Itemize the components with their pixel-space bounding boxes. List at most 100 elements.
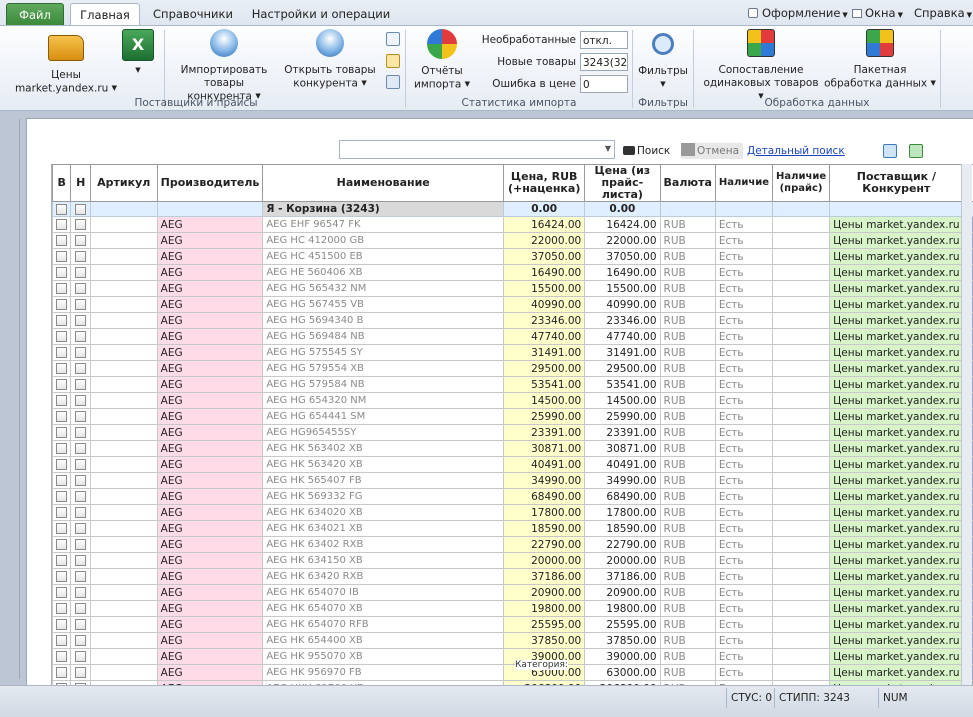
cell-name[interactable]: AEG HK 634020 XB (262, 504, 505, 521)
cell-price-list[interactable]: 14500.00 (584, 392, 661, 409)
cell-article[interactable] (89, 232, 158, 249)
cell-availability-list[interactable] (771, 632, 831, 649)
checkbox[interactable] (75, 379, 87, 390)
checkbox-b[interactable] (52, 600, 72, 617)
cell-article[interactable] (89, 664, 158, 681)
cell-manufacturer[interactable]: AEG (156, 568, 264, 585)
cell-availability[interactable]: Есть (714, 584, 774, 601)
checkbox[interactable] (56, 523, 68, 534)
checkbox[interactable] (56, 283, 68, 294)
checkbox-n[interactable] (70, 520, 91, 537)
checkbox[interactable] (56, 235, 68, 246)
checkbox[interactable] (56, 203, 68, 215)
cell-availability-list[interactable] (771, 312, 831, 329)
checkbox-n[interactable] (70, 648, 91, 665)
cell-article[interactable] (89, 344, 158, 361)
cell-name[interactable]: AEG EHF 96547 FK (262, 216, 505, 233)
table-row[interactable]: AEG AEG HK 563420 XB 40491.00 40491.00 RUB Ес… (52, 456, 973, 473)
checkbox[interactable] (56, 219, 68, 230)
cell-availability[interactable]: Есть (714, 440, 774, 457)
cell-price-list[interactable]: 37850.00 (584, 632, 661, 649)
cell-article[interactable] (89, 632, 158, 649)
cell-price[interactable]: 16424.00 (503, 216, 586, 233)
open-competitor-button[interactable]: Открыть товары конкурента ▼ (280, 29, 380, 91)
col-header-price-list[interactable]: Цена (из прайс-листа) (584, 164, 661, 202)
checkbox-b[interactable] (52, 296, 72, 313)
checkbox-n[interactable] (70, 504, 91, 521)
checkbox[interactable] (75, 251, 87, 262)
cell-currency[interactable]: RUB (659, 504, 716, 521)
cell-currency[interactable]: RUB (659, 344, 716, 361)
windows-menu[interactable]: Окна ▼ (852, 4, 903, 22)
cell-name[interactable]: AEG HK 654400 XB (262, 632, 505, 649)
cell-price[interactable]: 17800.00 (503, 504, 586, 521)
cell-availability-list[interactable] (771, 408, 831, 425)
checkbox[interactable] (56, 587, 68, 598)
cell-article[interactable] (89, 456, 158, 473)
checkbox[interactable] (75, 491, 87, 502)
cell-price[interactable]: 31491.00 (503, 344, 586, 361)
checkbox[interactable] (56, 315, 68, 326)
checkbox[interactable] (75, 539, 87, 550)
tab-home[interactable]: Главная (70, 3, 140, 27)
checkbox-b[interactable] (52, 648, 72, 665)
cell-availability-list[interactable] (771, 232, 831, 249)
cell-supplier[interactable]: Цены market.yandex.ru (829, 616, 964, 633)
cell-availability[interactable]: Есть (714, 488, 774, 505)
cell-manufacturer[interactable]: AEG (156, 312, 264, 329)
cell-supplier[interactable]: Цены market.yandex.ru (829, 552, 964, 569)
cell-name[interactable]: AEG HG 5694340 B (262, 312, 505, 329)
cell-availability[interactable]: Есть (714, 344, 774, 361)
cell-availability[interactable]: Есть (714, 408, 774, 425)
cell-manufacturer[interactable]: AEG (156, 344, 264, 361)
checkbox-b[interactable] (52, 504, 72, 521)
checkbox[interactable] (75, 443, 87, 454)
cell-name[interactable]: AEG HG 654320 NM (262, 392, 505, 409)
checkbox-n[interactable] (70, 616, 91, 633)
cell-manufacturer[interactable]: AEG (156, 616, 264, 633)
table-row[interactable]: AEG AEG HK 654070 XB 19800.00 19800.00 RUB Ес… (52, 600, 973, 617)
cell-article[interactable] (89, 520, 158, 537)
checkbox[interactable] (75, 459, 87, 470)
cell-price-list[interactable]: 23391.00 (584, 424, 661, 441)
cell-supplier[interactable]: Цены market.yandex.ru (829, 312, 964, 329)
cell-manufacturer[interactable]: AEG (156, 488, 264, 505)
cell-price[interactable]: 47740.00 (503, 328, 586, 345)
cell-manufacturer[interactable]: AEG (156, 504, 264, 521)
cell-manufacturer[interactable]: AEG (156, 280, 264, 297)
cell-price-list[interactable]: 22790.00 (584, 536, 661, 553)
cell-price-list[interactable]: 40990.00 (584, 296, 661, 313)
cell-availability-list[interactable] (771, 248, 831, 265)
cell-availability[interactable]: Есть (714, 536, 774, 553)
cell-price-list[interactable]: 29500.00 (584, 360, 661, 377)
cell-manufacturer[interactable]: AEG (156, 472, 264, 489)
search-button[interactable]: Поиск (623, 143, 670, 159)
cell-availability[interactable]: Есть (714, 280, 774, 297)
checkbox-n[interactable] (70, 392, 91, 409)
checkbox-b[interactable] (52, 392, 72, 409)
col-header-b[interactable]: В (52, 164, 72, 202)
cell-availability[interactable]: Есть (714, 248, 774, 265)
checkbox[interactable] (56, 379, 68, 390)
cell-manufacturer[interactable]: AEG (156, 520, 264, 537)
cell-availability[interactable]: Есть (714, 296, 774, 313)
checkbox[interactable] (75, 347, 87, 358)
checkbox-n[interactable] (70, 552, 91, 569)
cell-name[interactable]: AEG HC 412000 GB (262, 232, 505, 249)
cell-manufacturer[interactable]: AEG (156, 648, 264, 665)
checkbox-n[interactable] (70, 632, 91, 649)
cell-name[interactable]: AEG HK 955070 XB (262, 648, 505, 665)
cell-article[interactable] (89, 536, 158, 553)
col-header-n[interactable]: Н (70, 164, 91, 202)
cell-supplier[interactable]: Цены market.yandex.ru (829, 584, 964, 601)
cell-currency[interactable]: RUB (659, 488, 716, 505)
cell-name[interactable]: AEG HK 563402 XB (262, 440, 505, 457)
table-row[interactable]: AEG AEG HK 634021 XB 18590.00 18590.00 RUB Ес… (52, 520, 973, 537)
cell-supplier[interactable]: Цены market.yandex.ru (829, 664, 964, 681)
cell-availability-list[interactable] (771, 392, 831, 409)
cell-availability-list[interactable] (771, 664, 831, 681)
cell-price[interactable]: 18590.00 (503, 520, 586, 537)
checkbox-b[interactable] (52, 280, 72, 297)
cell-price-list[interactable]: 16490.00 (584, 264, 661, 281)
cell-availability[interactable]: Есть (714, 616, 774, 633)
